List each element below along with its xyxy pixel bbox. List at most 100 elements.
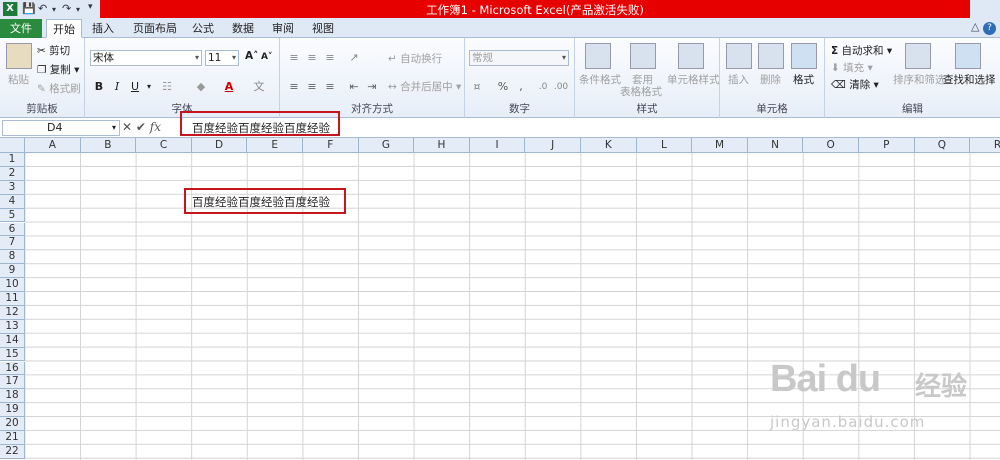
tab-formulas[interactable]: 公式 [186,19,220,38]
column-header[interactable]: A [25,138,81,153]
decrease-indent-icon[interactable]: ⇤ [346,79,362,95]
row-header[interactable]: 3 [0,180,25,195]
row-header[interactable]: 13 [0,319,25,334]
column-header[interactable]: O [803,138,859,153]
clear-button[interactable]: ⌫ 清除 ▾ [831,77,879,92]
fill-button[interactable]: ⬇ 填充 ▾ [831,60,873,75]
column-header[interactable]: N [747,138,804,153]
binoculars-icon[interactable] [955,43,981,69]
format-painter-button[interactable]: ✎ 格式刷 [37,81,81,96]
row-header[interactable]: 22 [0,444,25,459]
tab-review[interactable]: 审阅 [266,19,300,38]
insert-cells-icon[interactable] [726,43,752,69]
align-bottom-icon[interactable]: ≡ [322,50,338,66]
align-top-icon[interactable]: ≡ [286,50,302,66]
undo-icon[interactable]: ↶ [38,2,47,15]
enter-icon[interactable]: ✔ [136,120,146,134]
redo-dropdown-icon[interactable]: ▾ [76,5,80,14]
cancel-icon[interactable]: ✕ [122,120,132,134]
paste-icon[interactable] [6,43,32,69]
chevron-down-icon[interactable]: ▾ [141,79,157,95]
row-header[interactable]: 11 [0,292,25,306]
paste-button[interactable]: 粘贴 [8,72,29,87]
align-left-icon[interactable]: ≡ [286,79,302,95]
italic-button[interactable]: I [109,79,125,95]
increase-font-icon[interactable]: A˄ [245,50,258,62]
conditional-format-icon[interactable] [585,43,611,69]
merge-center-button[interactable]: ↔ 合并后居中 ▾ [388,79,461,94]
align-center-icon[interactable]: ≡ [304,79,320,95]
row-header[interactable]: 20 [0,417,25,431]
row-header[interactable]: 16 [0,361,25,376]
tab-data[interactable]: 数据 [226,19,260,38]
insert-cells-button[interactable]: 插入 [728,72,749,87]
row-header[interactable]: 19 [0,403,25,418]
sort-filter-button[interactable]: 排序和筛选 [893,72,946,87]
column-header[interactable]: E [247,138,303,153]
undo-dropdown-icon[interactable]: ▾ [52,5,56,14]
row-header[interactable]: 10 [0,278,25,292]
wrap-text-button[interactable]: ↵ 自动换行 [388,51,442,66]
find-select-button[interactable]: 查找和选择 [943,72,996,87]
conditional-format-button[interactable]: 条件格式 [579,72,621,87]
tab-file[interactable]: 文件 [0,19,42,38]
phonetic-icon[interactable]: 文 [251,79,267,95]
copy-button[interactable]: ❐ 复制 ▾ [37,62,79,77]
decrease-decimal-icon[interactable]: .00 [553,79,569,95]
column-header[interactable]: M [692,138,748,153]
format-cells-icon[interactable] [791,43,817,69]
row-header[interactable]: 8 [0,250,25,265]
column-header[interactable]: L [636,138,693,153]
row-header[interactable]: 1 [0,153,25,167]
column-header[interactable]: K [581,138,637,153]
percent-icon[interactable]: % [495,79,511,95]
font-size-select[interactable]: 11 ▾ [205,50,239,66]
format-as-table-button-2[interactable]: 表格格式 [620,84,662,99]
column-header[interactable]: F [303,138,359,153]
align-middle-icon[interactable]: ≡ [304,50,320,66]
column-header[interactable]: C [136,138,192,153]
row-header[interactable]: 18 [0,389,25,404]
row-header[interactable]: 12 [0,305,25,320]
tab-insert[interactable]: 插入 [86,19,120,38]
row-header[interactable]: 21 [0,431,25,445]
row-header[interactable]: 14 [0,333,25,348]
orientation-icon[interactable]: ↗ [346,50,362,66]
row-header[interactable]: 2 [0,166,25,181]
number-format-select[interactable]: 常规 ▾ [469,50,569,66]
column-header[interactable]: P [859,138,915,153]
fill-color-icon[interactable]: ◆ [193,79,209,95]
tab-page-layout[interactable]: 页面布局 [128,19,182,38]
font-name-select[interactable]: 宋体 ▾ [90,50,202,66]
row-header[interactable]: 17 [0,375,25,390]
row-header[interactable]: 6 [0,222,25,237]
tab-view[interactable]: 视图 [306,19,340,38]
currency-icon[interactable]: ¤ [469,79,485,95]
decrease-font-icon[interactable]: A˅ [261,52,272,62]
save-icon[interactable]: 💾 [22,2,36,15]
delete-cells-button[interactable]: 删除 [760,72,781,87]
sort-filter-icon[interactable] [905,43,931,69]
table-format-icon[interactable] [630,43,656,69]
font-color-icon[interactable]: A [221,79,237,95]
insert-function-icon[interactable]: fx [150,120,161,134]
redo-icon[interactable]: ↷ [62,2,71,15]
column-header[interactable]: J [525,138,581,153]
border-icon[interactable]: ☷ [159,79,175,95]
column-header[interactable]: D [191,138,248,153]
row-header[interactable]: 7 [0,236,25,251]
align-right-icon[interactable]: ≡ [322,79,338,95]
autosum-button[interactable]: Σ 自动求和 ▾ [831,43,892,58]
delete-cells-icon[interactable] [758,43,784,69]
cell-styles-button[interactable]: 单元格样式 [667,72,720,87]
excel-app-icon[interactable]: X [3,2,17,16]
row-header[interactable]: 9 [0,264,25,279]
select-all-corner[interactable] [0,138,25,153]
comma-style-icon[interactable]: , [513,79,529,95]
bold-button[interactable]: B [91,79,107,95]
column-header[interactable]: Q [914,138,971,153]
row-header[interactable]: 4 [0,194,25,209]
cell-styles-icon[interactable] [678,43,704,69]
column-header[interactable]: G [358,138,415,153]
column-header[interactable]: I [469,138,526,153]
